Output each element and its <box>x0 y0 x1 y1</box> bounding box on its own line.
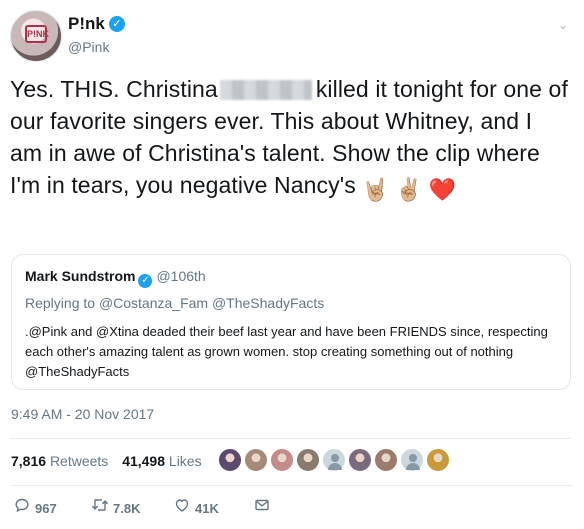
tweet-text: Yes. THIS. Christina killed it tonight fo… <box>10 73 570 202</box>
dm-button[interactable] <box>253 497 271 519</box>
quoted-replying-to: Replying to @Costanza_Fam @TheShadyFacts <box>25 294 324 312</box>
liker-avatar[interactable] <box>218 448 242 472</box>
retweets-count[interactable]: 7,816 <box>11 453 46 469</box>
author-display-name[interactable]: P!nk <box>68 13 105 35</box>
liker-avatar[interactable] <box>296 448 320 472</box>
liker-avatar[interactable] <box>400 448 424 472</box>
retweet-icon <box>91 497 109 520</box>
liker-avatar[interactable] <box>244 448 268 472</box>
red-heart-emoji-icon: ❤️ <box>428 177 457 202</box>
author-avatar[interactable]: P!NK <box>10 10 62 62</box>
heart-icon <box>173 497 191 520</box>
author-names: P!nk ✓ @Pink <box>68 13 125 55</box>
rock-on-emoji-icon: 🤘🏼 <box>361 177 390 202</box>
mail-icon <box>253 497 271 520</box>
tweet-timestamp[interactable]: 9:49 AM - 20 Nov 2017 <box>11 406 154 422</box>
like-button[interactable]: 41K <box>173 497 219 519</box>
replying-label: Replying to <box>25 295 96 311</box>
retweet-count: 7.8K <box>113 500 141 516</box>
reply-button[interactable]: 967 <box>13 497 57 519</box>
tweet-stats: 7,816 Retweets 41,498 Likes <box>11 452 212 470</box>
divider <box>10 438 572 439</box>
liker-avatar[interactable] <box>322 448 346 472</box>
avatar-logo: P!NK <box>25 25 49 43</box>
liker-avatar[interactable] <box>374 448 398 472</box>
reply-icon <box>13 497 31 520</box>
retweet-button[interactable]: 7.8K <box>91 497 140 519</box>
quoted-tweet-text: .@Pink and @Xtina deaded their beef last… <box>25 324 548 379</box>
quoted-handle: @106th <box>156 268 206 284</box>
author-handle[interactable]: @Pink <box>68 39 125 55</box>
reply-count: 967 <box>35 500 57 516</box>
verified-badge-icon: ✓ <box>138 274 153 288</box>
tweet-header: P!NK P!nk ✓ @Pink ⌄ <box>10 10 570 62</box>
chevron-down-icon[interactable]: ⌄ <box>556 18 570 32</box>
liker-avatar[interactable] <box>270 448 294 472</box>
liker-avatar[interactable] <box>426 448 450 472</box>
redacted-text <box>219 80 312 100</box>
likes-count[interactable]: 41,498 <box>122 453 165 469</box>
tweet-actions: 967 7.8K 41K <box>11 497 571 519</box>
retweets-label[interactable]: Retweets <box>50 453 108 469</box>
like-count: 41K <box>195 500 219 516</box>
quoted-tweet-header: Mark Sundstrom ✓ @106th <box>25 267 206 288</box>
quoted-tweet[interactable]: Mark Sundstrom ✓ @106th Replying to @Costa… <box>11 254 571 390</box>
likes-label[interactable]: Likes <box>169 453 202 469</box>
tweet-text-part1: Yes. THIS. Christina <box>10 76 218 102</box>
divider <box>10 485 572 486</box>
quoted-display-name: Mark Sundstrom <box>25 268 136 284</box>
victory-emoji-icon: ✌🏼 <box>395 177 423 202</box>
verified-badge-icon: ✓ <box>108 16 125 32</box>
liker-avatar[interactable] <box>348 448 372 472</box>
replying-mentions: @Costanza_Fam @TheShadyFacts <box>98 295 325 311</box>
